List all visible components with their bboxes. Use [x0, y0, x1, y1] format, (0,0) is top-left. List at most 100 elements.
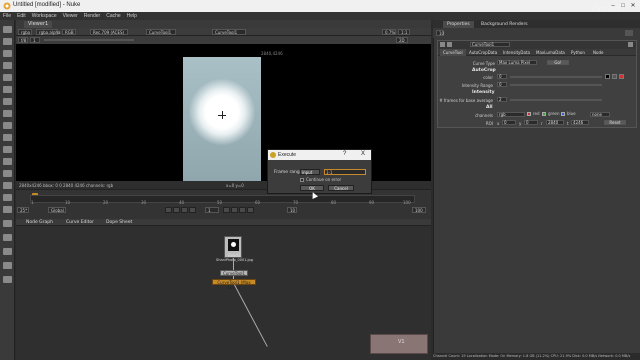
frame-range-input[interactable]: 1-1: [324, 169, 366, 175]
dialog-close-button[interactable]: X: [361, 151, 365, 157]
step-field[interactable]: 10: [287, 207, 297, 213]
clear-panels-icon[interactable]: [625, 30, 633, 36]
channels-select[interactable]: rgba: [18, 29, 32, 35]
color-swatch[interactable]: [605, 74, 610, 79]
node-name-field[interactable]: CurveTool1: [470, 42, 510, 47]
menu-help[interactable]: Help: [124, 12, 140, 20]
tab-python[interactable]: Python: [568, 49, 588, 56]
curve-type-select[interactable]: Max Luma Pixel: [497, 60, 537, 65]
red-checkbox[interactable]: [527, 112, 531, 116]
last-frame-button[interactable]: [247, 207, 254, 213]
tab-node[interactable]: Node: [590, 49, 606, 56]
tab-properties[interactable]: Properties: [443, 21, 474, 28]
next-keyframe-button[interactable]: [239, 207, 246, 213]
draw-nodes-icon[interactable]: [3, 38, 12, 45]
cancel-button[interactable]: Cancel: [328, 185, 354, 191]
ok-button[interactable]: OK: [300, 185, 324, 191]
roi-x-field[interactable]: 0: [502, 120, 516, 125]
image-nodes-icon[interactable]: [3, 26, 12, 33]
gain-field[interactable]: f/8: [18, 37, 28, 43]
color-nodes-icon[interactable]: [3, 74, 12, 81]
menu-workspace[interactable]: Workspace: [29, 12, 60, 20]
curvetool-node[interactable]: CurveTool1: [220, 270, 248, 276]
time-nodes-icon[interactable]: [3, 50, 12, 57]
color-picker-icon[interactable]: [612, 74, 617, 79]
timeline-ruler[interactable]: [30, 195, 415, 203]
roi-t-field[interactable]: 4246: [571, 120, 589, 125]
furnace-nodes-icon[interactable]: [3, 194, 12, 201]
go-button[interactable]: Go!: [547, 60, 569, 65]
tab-curvetool[interactable]: CurveTool: [440, 49, 466, 56]
colorspace-select[interactable]: RGB: [62, 29, 76, 35]
toolsets-icon[interactable]: [3, 170, 12, 177]
intensity-range-slider[interactable]: [510, 84, 602, 86]
tab-intensitydata[interactable]: IntensityData: [500, 49, 533, 56]
continue-on-error-checkbox[interactable]: [300, 178, 304, 182]
display-select[interactable]: Rec.709 (ACES): [90, 29, 128, 35]
views-nodes-icon[interactable]: [3, 146, 12, 153]
roi-r-field[interactable]: 2840: [546, 120, 564, 125]
color-field[interactable]: 0: [497, 74, 507, 79]
viewer-node[interactable]: V1: [370, 334, 428, 354]
prev-keyframe-button[interactable]: [173, 207, 180, 213]
current-frame-field[interactable]: 1: [205, 207, 219, 213]
color-slider[interactable]: [510, 76, 602, 78]
frames-field[interactable]: 2: [497, 97, 507, 102]
input-b-select[interactable]: CurveTool1: [212, 29, 246, 35]
proxy-select[interactable]: 1:1: [398, 29, 410, 35]
grid-icon[interactable]: [3, 248, 12, 255]
roi-y-field[interactable]: 0: [524, 120, 538, 125]
intensity-range-field[interactable]: 0: [497, 82, 507, 87]
channel-display-select[interactable]: rgba.alpha: [36, 29, 60, 35]
menu-file[interactable]: File: [0, 12, 14, 20]
keyer-nodes-icon[interactable]: [3, 98, 12, 105]
blue-checkbox[interactable]: [561, 112, 565, 116]
gamma-field[interactable]: 1: [30, 37, 40, 43]
other-nodes-icon[interactable]: [3, 182, 12, 189]
channels-select[interactable]: rgb: [497, 112, 525, 117]
play-forward-button[interactable]: [223, 207, 230, 213]
channel-nodes-icon[interactable]: [3, 62, 12, 69]
frames-slider[interactable]: [510, 99, 602, 101]
first-frame-button[interactable]: [165, 207, 172, 213]
alpha-channel-select[interactable]: none: [590, 112, 610, 117]
tab-curve-editor[interactable]: Curve Editor: [62, 219, 98, 226]
metadata-nodes-icon[interactable]: [3, 158, 12, 165]
green-checkbox[interactable]: [542, 112, 546, 116]
float-icon[interactable]: [447, 42, 452, 47]
play-backward-button[interactable]: [189, 207, 196, 213]
3d-nodes-icon[interactable]: [3, 134, 12, 141]
zoom-select[interactable]: 0.7%: [382, 29, 396, 35]
tab-maxlumadata[interactable]: MaxLumaData: [533, 49, 568, 56]
color-wheel-icon[interactable]: [619, 74, 624, 79]
menu-edit[interactable]: Edit: [14, 12, 29, 20]
tab-dope-sheet[interactable]: Dope Sheet: [102, 219, 136, 226]
tab-background-renders[interactable]: Background Renders: [477, 21, 532, 28]
fps-field[interactable]: 25*: [17, 207, 29, 213]
timeline-mode-select[interactable]: Global: [48, 207, 66, 213]
menu-cache[interactable]: Cache: [103, 12, 123, 20]
wrench-icon[interactable]: [3, 220, 12, 227]
next-frame-button[interactable]: [231, 207, 238, 213]
menu-viewer[interactable]: Viewer: [60, 12, 81, 20]
snap-icon[interactable]: [3, 262, 12, 269]
gain-slider[interactable]: [44, 39, 134, 41]
close-panel-icon[interactable]: [628, 42, 633, 47]
input-a-select[interactable]: CurveTool1: [146, 29, 176, 35]
max-panels-field[interactable]: 10: [436, 30, 444, 36]
transform-nodes-icon[interactable]: [3, 122, 12, 129]
tab-viewer1[interactable]: Viewer1: [24, 21, 53, 28]
plugins-icon[interactable]: [3, 206, 12, 213]
help-button[interactable]: ?: [343, 151, 346, 157]
end-frame-field[interactable]: 100: [412, 207, 426, 213]
frame-mode-select[interactable]: 2D: [396, 37, 408, 43]
tab-autocropdata[interactable]: AutoCropData: [466, 49, 500, 56]
close-button[interactable]: ✕: [628, 2, 638, 10]
frame-range-mode-select[interactable]: input: [300, 169, 320, 175]
merge-nodes-icon[interactable]: [3, 110, 12, 117]
menu-render[interactable]: Render: [81, 12, 103, 20]
collapse-icon[interactable]: [440, 42, 445, 47]
settings-icon[interactable]: [3, 234, 12, 241]
reset-button[interactable]: Reset: [604, 120, 626, 125]
prev-frame-button[interactable]: [181, 207, 188, 213]
